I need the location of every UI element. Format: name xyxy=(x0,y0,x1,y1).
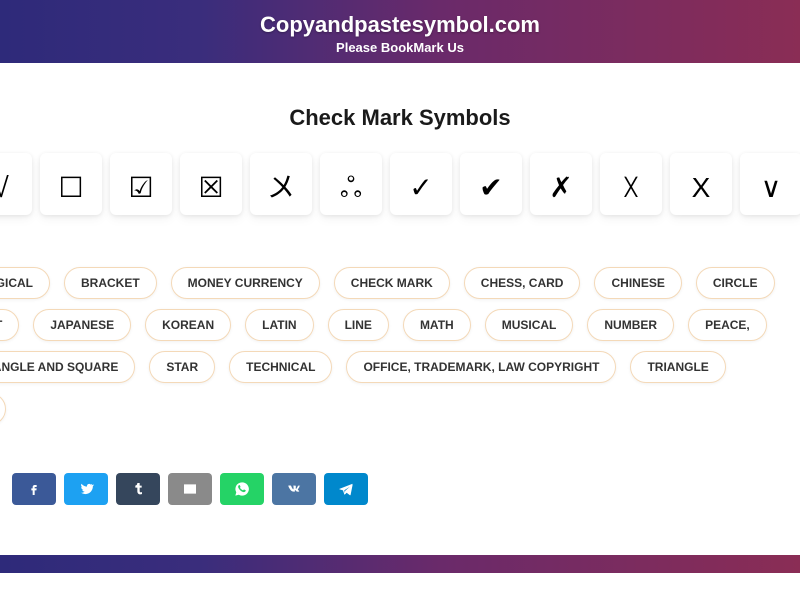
category-chip[interactable]: JAPANESE xyxy=(33,309,131,341)
share-facebook-button[interactable] xyxy=(12,473,56,505)
category-chip[interactable]: BRACKET xyxy=(64,267,157,299)
category-chip[interactable]: ROLOGICAL xyxy=(0,267,50,299)
category-chip[interactable]: OFFICE, TRADEMARK, LAW COPYRIGHT xyxy=(346,351,616,383)
facebook-icon xyxy=(26,481,42,497)
category-chip[interactable]: MONEY CURRENCY xyxy=(171,267,320,299)
symbol-tile[interactable]: 〤 xyxy=(250,153,312,215)
category-list: ROLOGICAL BRACKET MONEY CURRENCY CHECK M… xyxy=(0,267,800,425)
symbol-tile[interactable]: ஃ xyxy=(320,153,382,215)
category-chip[interactable]: CIRCLE xyxy=(696,267,775,299)
category-chip[interactable]: TECHNICAL xyxy=(229,351,332,383)
category-chip[interactable]: PEACE, xyxy=(688,309,767,341)
category-chip[interactable]: NUMBER xyxy=(587,309,674,341)
category-chip[interactable]: STAR xyxy=(149,351,215,383)
telegram-icon xyxy=(338,481,354,497)
tumblr-icon xyxy=(130,481,146,497)
symbol-tile[interactable]: ☓ xyxy=(600,153,662,215)
share-telegram-button[interactable] xyxy=(324,473,368,505)
share-email-button[interactable] xyxy=(168,473,212,505)
category-chip[interactable]: MATH xyxy=(403,309,471,341)
site-header: Copyandpastesymbol.com Please BookMark U… xyxy=(0,0,800,63)
email-icon xyxy=(182,481,198,497)
symbol-tile[interactable]: ☐ xyxy=(40,153,102,215)
vk-icon xyxy=(286,481,302,497)
share-twitter-button[interactable] xyxy=(64,473,108,505)
symbol-tile[interactable]: Х xyxy=(670,153,732,215)
category-chip[interactable]: LATIN xyxy=(245,309,313,341)
category-chip[interactable]: HEART xyxy=(0,309,19,341)
category-chip[interactable]: KOREAN xyxy=(145,309,231,341)
share-tumblr-button[interactable] xyxy=(116,473,160,505)
category-chip[interactable]: CHECK MARK xyxy=(334,267,450,299)
category-chip[interactable]: CHESS, CARD xyxy=(464,267,581,299)
symbol-grid: √ ☐ ☑ ☒ 〤 ஃ ✓ ✔ ✗ ☓ Х ∨ xyxy=(0,153,800,215)
symbol-tile[interactable]: ∨ xyxy=(740,153,800,215)
whatsapp-icon xyxy=(234,481,250,497)
category-chip[interactable]: CHINESE xyxy=(594,267,681,299)
footer-bar xyxy=(0,555,800,573)
category-chip[interactable]: LINE xyxy=(328,309,389,341)
page-title: Check Mark Symbols xyxy=(0,105,800,131)
symbol-tile[interactable]: ☑ xyxy=(110,153,172,215)
category-chip[interactable]: WEA xyxy=(0,393,6,425)
category-chip[interactable]: MUSICAL xyxy=(485,309,574,341)
site-tagline: Please BookMark Us xyxy=(0,40,800,55)
category-chip[interactable]: RECTANGLE AND SQUARE xyxy=(0,351,135,383)
symbol-tile[interactable]: ☒ xyxy=(180,153,242,215)
symbol-tile[interactable]: √ xyxy=(0,153,32,215)
site-title[interactable]: Copyandpastesymbol.com xyxy=(0,12,800,38)
symbol-tile[interactable]: ✓ xyxy=(390,153,452,215)
symbol-tile[interactable]: ✔ xyxy=(460,153,522,215)
share-vk-button[interactable] xyxy=(272,473,316,505)
share-whatsapp-button[interactable] xyxy=(220,473,264,505)
share-row xyxy=(12,473,800,505)
category-chip[interactable]: TRIANGLE xyxy=(630,351,725,383)
twitter-icon xyxy=(78,481,94,497)
symbol-tile[interactable]: ✗ xyxy=(530,153,592,215)
